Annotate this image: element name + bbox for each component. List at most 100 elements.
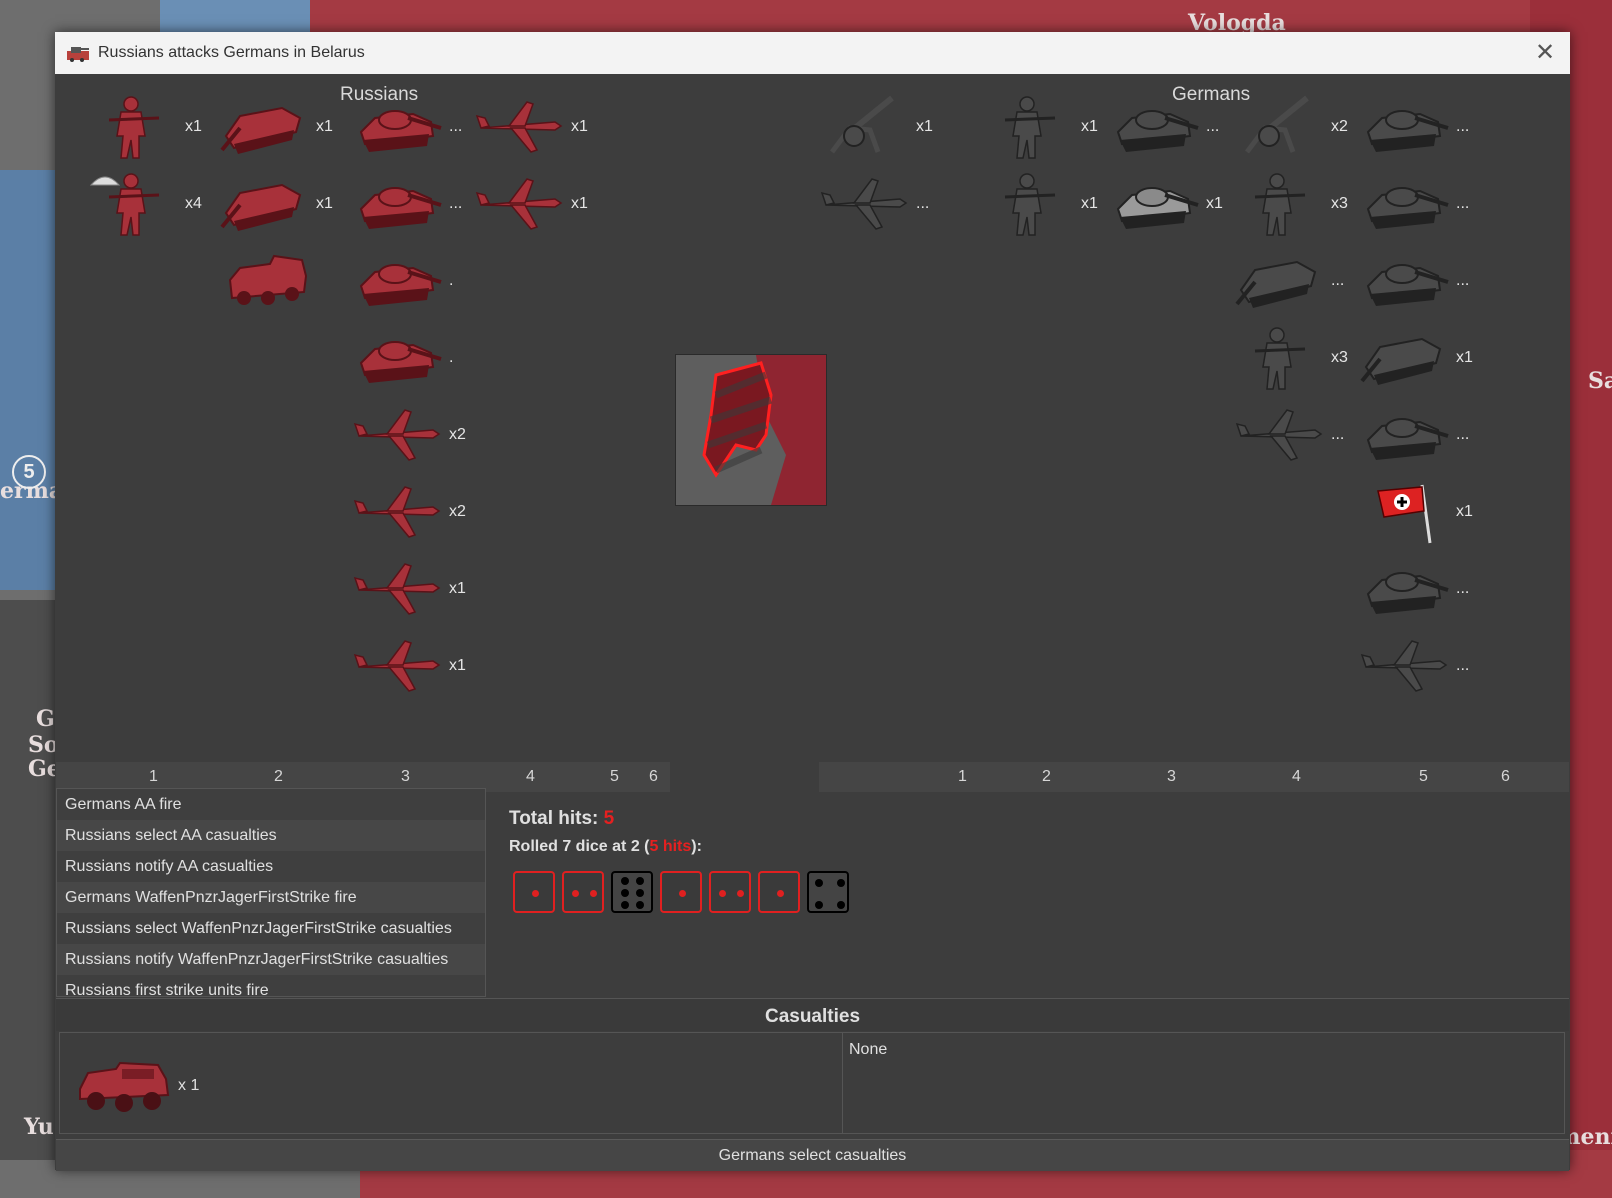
defender-unit[interactable]: x1 [820,92,933,162]
defender-casualties-text: None [849,1041,888,1058]
title-bar: Russians attacks Germans in Belarus ✕ [55,32,1570,74]
attacker-unit[interactable]: ... [353,92,462,162]
fighter-plane-icon [1235,400,1325,470]
attacker-unit[interactable]: x1 [220,169,333,239]
fighter-plane-icon [353,631,443,701]
fighter-plane-icon [353,554,443,624]
unit-count: x1 [1081,118,1098,135]
attacker-unit[interactable]: x2 [353,477,466,547]
rolled-summary: Rolled 7 dice at 2 (5 hits): [509,838,702,856]
attacker-unit[interactable]: x1 [220,92,333,162]
battle-steps-list[interactable]: Germans AA fire Russians select AA casua… [56,788,486,997]
unit-count: x3 [1331,195,1348,212]
defender-unit[interactable]: ... [820,169,929,239]
defender-unit[interactable]: x1 [1110,169,1223,239]
defender-unit[interactable]: ... [1110,92,1219,162]
defender-unit[interactable]: ... [1235,400,1344,470]
attacker-unit[interactable]: . [353,323,453,393]
unit-count: x1 [449,657,466,674]
attacker-unit[interactable]: x4 [89,169,202,239]
unit-count: x3 [1331,349,1348,366]
aa-gun-icon [820,92,910,162]
attacker-unit[interactable]: . [353,246,453,316]
unit-count: ... [1331,272,1345,289]
attacker-unit[interactable]: x1 [475,169,588,239]
unit-count: x1 [316,195,333,212]
die-2 [709,871,751,913]
attacker-unit[interactable]: x2 [353,400,466,470]
tank-icon [353,169,443,239]
defender-unit[interactable]: x1 [1360,323,1473,393]
fighter-plane-icon [353,477,443,547]
fighter-plane-icon [353,400,443,470]
attacker-column-number: 6 [649,768,658,785]
defender-unit[interactable]: ... [1360,92,1469,162]
step-item[interactable]: Russians select AA casualties [57,820,485,851]
die-1 [758,871,800,913]
bomber-plane-icon [1360,631,1450,701]
defender-unit[interactable]: ... [1360,631,1469,701]
defender-unit[interactable]: ... [1360,400,1469,470]
step-item[interactable]: Russians first strike units fire [57,975,485,996]
defender-column-number: 1 [958,768,967,785]
defender-unit[interactable]: ... [1360,246,1469,316]
infantry-icon [89,92,179,162]
paratrooper-icon [89,169,179,239]
rolled-suffix: ): [691,838,702,855]
map-label-sa: Sa [1588,368,1612,394]
dialog-title: Russians attacks Germans in Belarus [98,44,365,61]
defender-casualties-panel: None [842,1032,1565,1134]
territory-thumbnail [675,354,827,506]
defender-unit[interactable]: x3 [1235,323,1348,393]
attacker-column-number: 1 [149,768,158,785]
defender-unit[interactable]: ... [1360,554,1469,624]
attacker-unit[interactable]: x1 [89,92,202,162]
tank-icon [353,92,443,162]
defender-unit[interactable]: x1 [1360,477,1473,547]
step-item[interactable]: Russians select WaffenPnzrJagerFirstStri… [57,913,485,944]
stuka-plane-icon [820,169,910,239]
unit-count: x1 [316,118,333,135]
unit-count: ... [449,195,463,212]
tank-icon [1360,169,1450,239]
attacker-unit[interactable]: x1 [475,92,588,162]
unit-count: x2 [449,503,466,520]
close-icon[interactable]: ✕ [1532,40,1558,66]
defender-unit[interactable]: ... [1360,169,1469,239]
tank-icon [1110,92,1200,162]
defender-unit[interactable]: x2 [1235,92,1348,162]
tank-destroyer-icon [220,169,310,239]
total-hits: Total hits: 5 [509,808,614,830]
die-1 [660,871,702,913]
attacker-unit[interactable]: x1 [353,631,466,701]
attacker-unit[interactable] [220,246,316,316]
step-item[interactable]: Germans WaffenPnzrJagerFirstStrike fire [57,882,485,913]
unit-count: ... [916,195,930,212]
tiger-tank-icon [1110,169,1200,239]
defender-unit[interactable]: x1 [985,169,1098,239]
defender-unit[interactable]: x1 [985,92,1098,162]
attacker-unit[interactable]: x1 [353,554,466,624]
tank-destroyer-icon [1235,246,1325,316]
dice-row [513,871,849,913]
assault-gun-icon [1360,323,1450,393]
rifleman-icon [985,169,1075,239]
bomber-plane-icon [475,169,565,239]
step-item[interactable]: Russians notify AA casualties [57,851,485,882]
tank-icon [1360,246,1450,316]
attacker-unit[interactable]: ... [353,169,462,239]
defender-unit[interactable]: x3 [1235,169,1348,239]
defender-unit[interactable]: ... [1235,246,1344,316]
map-label-so: So [28,732,59,758]
unit-count: x1 [571,118,588,135]
artillery-icon [1235,92,1325,162]
app-icon [67,47,89,62]
unit-count: ... [1456,657,1470,674]
defender-column-number: 5 [1419,768,1428,785]
unit-count: x1 [1081,195,1098,212]
die-4 [807,871,849,913]
unit-count: ... [1456,272,1470,289]
step-item[interactable]: Germans AA fire [57,789,485,820]
casualties-header: Casualties [56,998,1569,1031]
step-item[interactable]: Russians notify WaffenPnzrJagerFirstStri… [57,944,485,975]
